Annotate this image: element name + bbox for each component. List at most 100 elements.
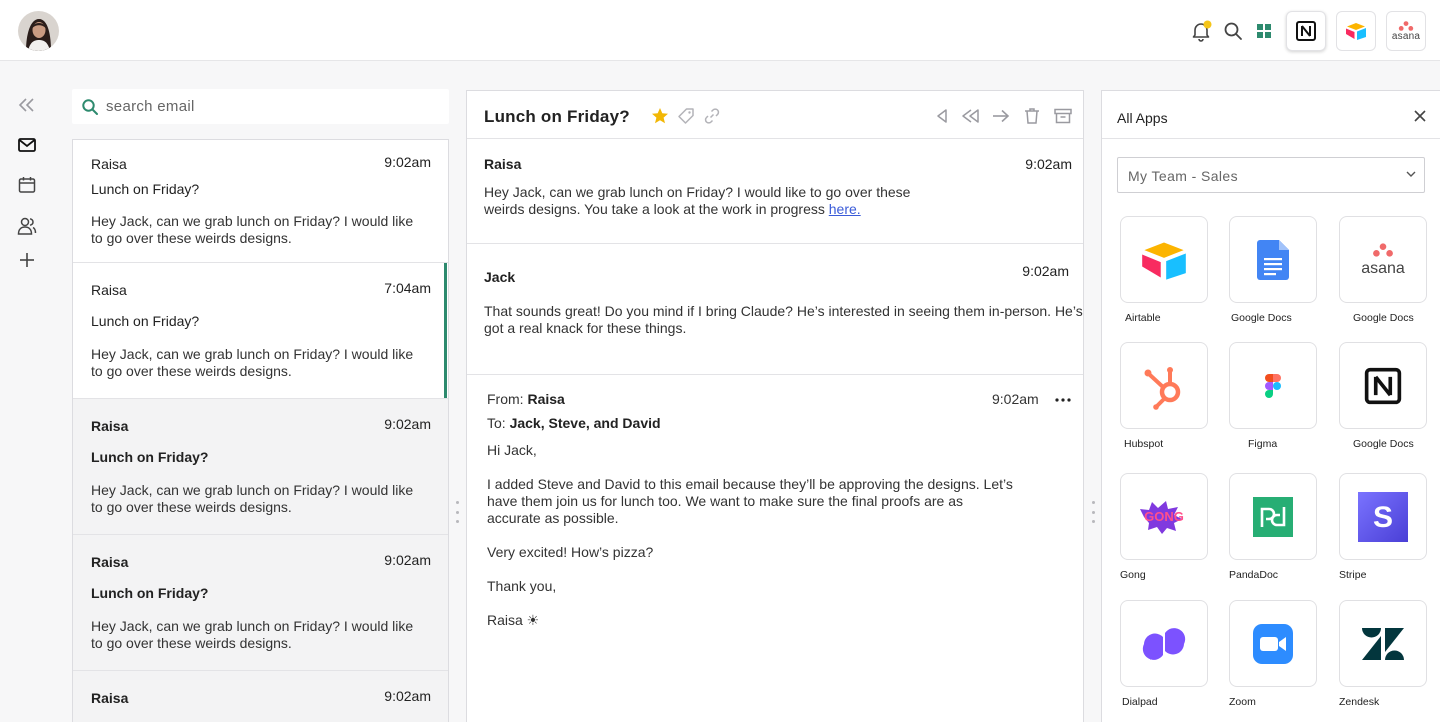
notion-icon (1296, 21, 1316, 41)
from-label: From: (487, 391, 524, 407)
zendesk-icon (1362, 627, 1404, 660)
asana-app-label: asana (1391, 30, 1421, 42)
avatar[interactable] (18, 11, 59, 51)
app-tile (1339, 600, 1427, 687)
app-gong[interactable]: GONG Gong (1120, 473, 1208, 581)
message-time: 9:02am (1022, 263, 1069, 279)
reply-all-icon[interactable] (960, 105, 982, 127)
thread-message[interactable]: Raisa 9:02am Hey Jack, can we grab lunch… (467, 139, 1083, 244)
more-options-icon[interactable] (1052, 389, 1074, 411)
link-icon[interactable] (701, 105, 723, 127)
app-name: Hubspot (1124, 438, 1164, 450)
tag-icon[interactable] (675, 105, 697, 127)
app-dialpad[interactable]: Dialpad (1120, 600, 1208, 708)
app-hubspot[interactable]: Hubspot (1120, 342, 1208, 450)
trash-icon[interactable] (1021, 105, 1043, 127)
app-zoom[interactable]: Zoom (1229, 600, 1317, 708)
email-list-item[interactable]: Raisa 9:02am Lunch on Friday? Hey Jack, … (73, 535, 448, 671)
google-docs-icon (1257, 239, 1289, 280)
app-tile (1339, 342, 1427, 429)
reader-resize-handle[interactable] (1091, 501, 1095, 523)
app-tile (1229, 342, 1317, 429)
message-time: 9:02am (1025, 156, 1072, 172)
notion-icon (1364, 367, 1402, 404)
app-tile (1120, 600, 1208, 687)
app-name: Airtable (1125, 312, 1161, 324)
to-names: Jack, Steve, and David (509, 415, 661, 431)
star-icon[interactable] (649, 105, 671, 127)
figma-icon (1265, 373, 1281, 398)
search-icon[interactable] (1221, 19, 1245, 43)
message-link[interactable]: here. (829, 201, 861, 217)
email-subject: Lunch on Friday? (91, 313, 200, 329)
asana-wordmark: asana (1361, 259, 1405, 277)
reading-pane: Lunch on Friday? Raisa 9:02am Hey Jack, … (466, 90, 1084, 722)
email-time: 7:04am (384, 280, 431, 296)
body-line: have them join us for lunch too. We want… (487, 493, 963, 509)
email-list-item[interactable]: Raisa 9:02am Lunch on Friday? Hey Jack, … (73, 399, 448, 535)
gong-wordmark: GONG (1144, 509, 1184, 524)
app-name: Dialpad (1122, 696, 1158, 708)
close-icon[interactable] (1410, 106, 1430, 126)
app-name: Google Docs (1231, 312, 1292, 324)
forward-icon[interactable] (990, 105, 1012, 127)
collapse-sidebar-icon[interactable] (15, 93, 39, 117)
app-name: Gong (1120, 569, 1146, 581)
notion-app-button[interactable] (1286, 11, 1326, 51)
message-body: That sounds great! Do you mind if I brin… (484, 303, 1083, 336)
app-airtable[interactable]: Airtable (1120, 216, 1208, 324)
email-time: 9:02am (384, 688, 431, 704)
search-icon (82, 99, 98, 115)
list-resize-handle[interactable] (455, 501, 459, 523)
gong-icon: GONG (1140, 500, 1184, 534)
app-stripe[interactable]: S Stripe (1339, 473, 1427, 581)
archive-icon[interactable] (1052, 105, 1074, 127)
email-list-item-selected[interactable]: Raisa 7:04am Lunch on Friday? Hey Jack, … (73, 263, 448, 399)
contacts-icon[interactable] (15, 214, 39, 238)
stripe-glyph: S (1373, 501, 1393, 534)
airtable-app-button[interactable] (1336, 11, 1376, 51)
email-preview: Hey Jack, can we grab lunch on Friday? I… (91, 213, 414, 246)
airtable-icon (1346, 23, 1366, 40)
app-pandadoc[interactable]: PandaDoc (1229, 473, 1317, 581)
email-list: Raisa 9:02am Lunch on Friday? Hey Jack, … (72, 139, 449, 722)
mail-icon[interactable] (15, 133, 39, 157)
email-subject: Lunch on Friday? (91, 449, 209, 465)
email-sender: Raisa (91, 418, 129, 434)
app-tile (1120, 342, 1208, 429)
apps-grid-icon[interactable] (1252, 19, 1276, 43)
team-select[interactable]: My Team - Sales (1117, 157, 1425, 193)
email-preview: Hey Jack, can we grab lunch on Friday? I… (91, 482, 414, 515)
message-sender: Raisa (484, 156, 522, 172)
asana-app-button[interactable]: asana (1386, 11, 1426, 51)
app-figma[interactable]: Figma (1229, 342, 1317, 450)
app-name: Google Docs (1353, 438, 1414, 450)
email-time: 9:02am (384, 416, 431, 432)
reply-icon[interactable] (931, 105, 953, 127)
app-name: Google Docs (1353, 312, 1414, 324)
search-input[interactable] (106, 89, 436, 124)
app-google-docs[interactable]: Google Docs (1229, 216, 1317, 324)
add-icon[interactable] (15, 248, 39, 272)
app-asana[interactable]: asana Google Docs (1339, 216, 1427, 324)
chevron-down-icon (1406, 171, 1416, 177)
app-notion[interactable]: Google Docs (1339, 342, 1427, 450)
notification-bell-icon[interactable] (1189, 19, 1213, 43)
email-list-item[interactable]: Raisa 9:02am Lunch on Friday? Hey Jack, … (73, 140, 448, 263)
email-sender: Raisa (91, 156, 127, 172)
app-name: Zoom (1229, 696, 1256, 708)
airtable-icon (1142, 242, 1186, 280)
email-sender: Raisa (91, 690, 129, 706)
email-list-item[interactable]: Raisa 9:02am (73, 671, 448, 722)
body-line: Very excited! How’s pizza? (487, 544, 654, 560)
top-bar: asana (0, 0, 1440, 61)
app-name: Zendesk (1339, 696, 1380, 708)
app-zendesk[interactable]: Zendesk (1339, 600, 1427, 708)
message-time: 9:02am (992, 391, 1039, 407)
apps-panel: All Apps My Team - Sales Airtable Google… (1101, 90, 1440, 722)
asana-icon (1398, 20, 1414, 31)
thread-title: Lunch on Friday? (484, 107, 630, 126)
calendar-icon[interactable] (15, 173, 39, 197)
thread-message[interactable]: Jack 9:02am That sounds great! Do you mi… (467, 244, 1083, 375)
from-line: From: Raisa (487, 391, 565, 407)
